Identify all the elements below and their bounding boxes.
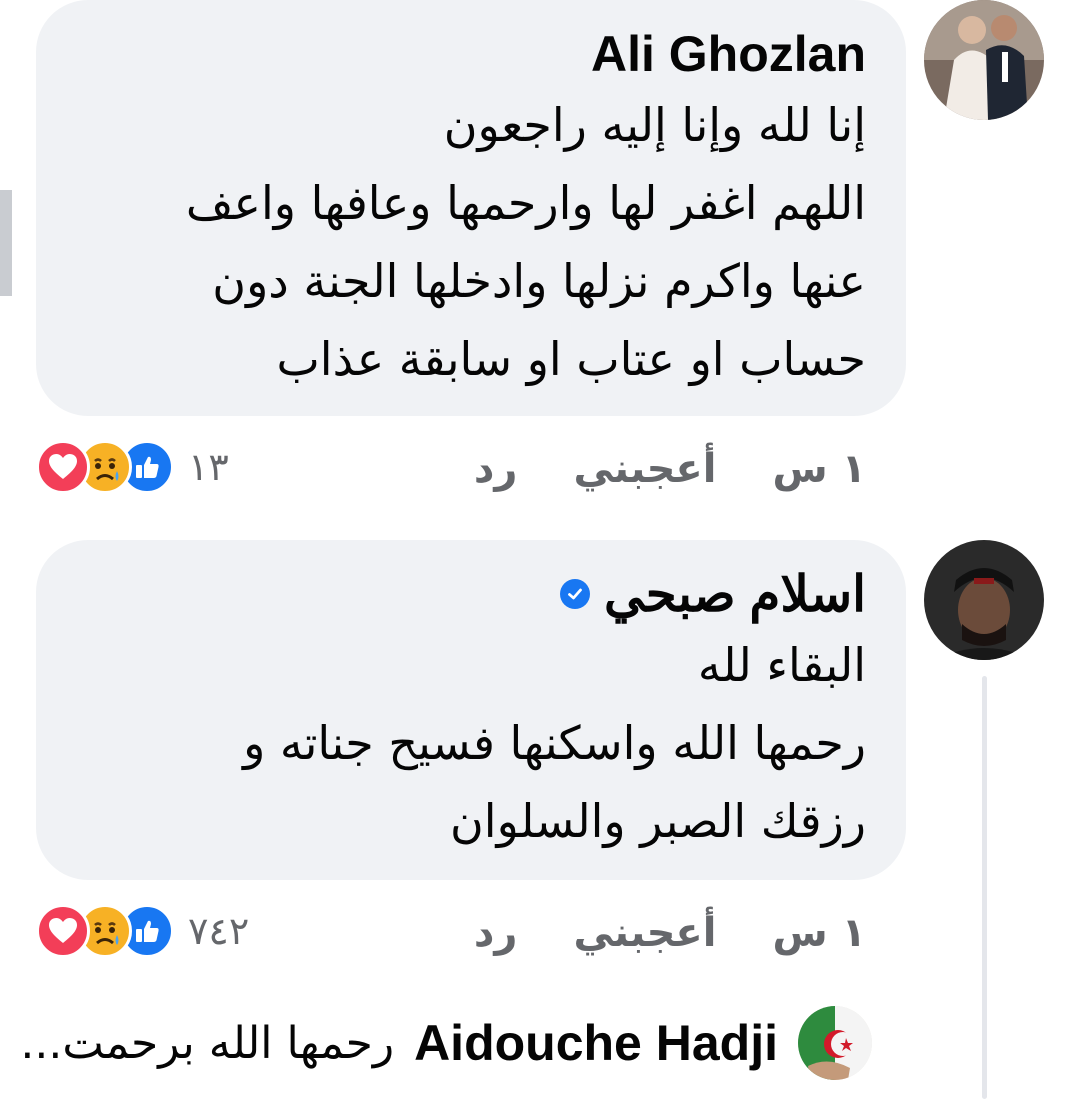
avatar[interactable] (798, 1006, 872, 1080)
avatar[interactable] (924, 540, 1044, 660)
reply-link[interactable]: رد (474, 910, 518, 956)
reaction-summary[interactable]: ١٣ (36, 440, 229, 494)
comment-author[interactable]: اسلام صبحي (92, 566, 866, 622)
author-name[interactable]: اسلام صبحي (604, 566, 866, 622)
love-icon (36, 440, 90, 494)
reaction-count: ٧٤٢ (188, 909, 250, 953)
comment-actions: ١ س أعجبني رد (474, 446, 866, 492)
author-name[interactable]: Ali Ghozlan (591, 26, 866, 82)
comment-author[interactable]: Ali Ghozlan (92, 26, 866, 82)
reply-preview[interactable]: رحمها الله برحمت... Aidouche Hadji (20, 1006, 872, 1080)
scrollbar-thumb[interactable] (0, 190, 12, 296)
love-icon (36, 904, 90, 958)
comment-bubble: Ali Ghozlan إنا لله وإنا إليه راجعون الل… (36, 0, 906, 416)
reply-author[interactable]: Aidouche Hadji (414, 1014, 778, 1072)
thread-line (982, 676, 987, 1099)
comment-time[interactable]: ١ س (772, 910, 866, 956)
avatar[interactable] (924, 0, 1044, 120)
like-link[interactable]: أعجبني (573, 446, 716, 492)
reply-link[interactable]: رد (474, 446, 518, 492)
comment-actions: ١ س أعجبني رد (474, 910, 866, 956)
reaction-summary[interactable]: ٧٤٢ (36, 904, 249, 958)
like-link[interactable]: أعجبني (573, 910, 716, 956)
comment-bubble: اسلام صبحي البقاء لله رحمها الله واسكنها… (36, 540, 906, 880)
reply-text: رحمها الله برحمت... (20, 1017, 395, 1069)
verified-badge-icon (560, 579, 591, 609)
comment-text: إنا لله وإنا إليه راجعون اللهم اغفر لها … (185, 98, 866, 386)
comment-time[interactable]: ١ س (772, 446, 866, 492)
comment-text: البقاء لله رحمها الله واسكنها فسيح جناته… (243, 638, 866, 848)
reaction-count: ١٣ (188, 445, 229, 489)
